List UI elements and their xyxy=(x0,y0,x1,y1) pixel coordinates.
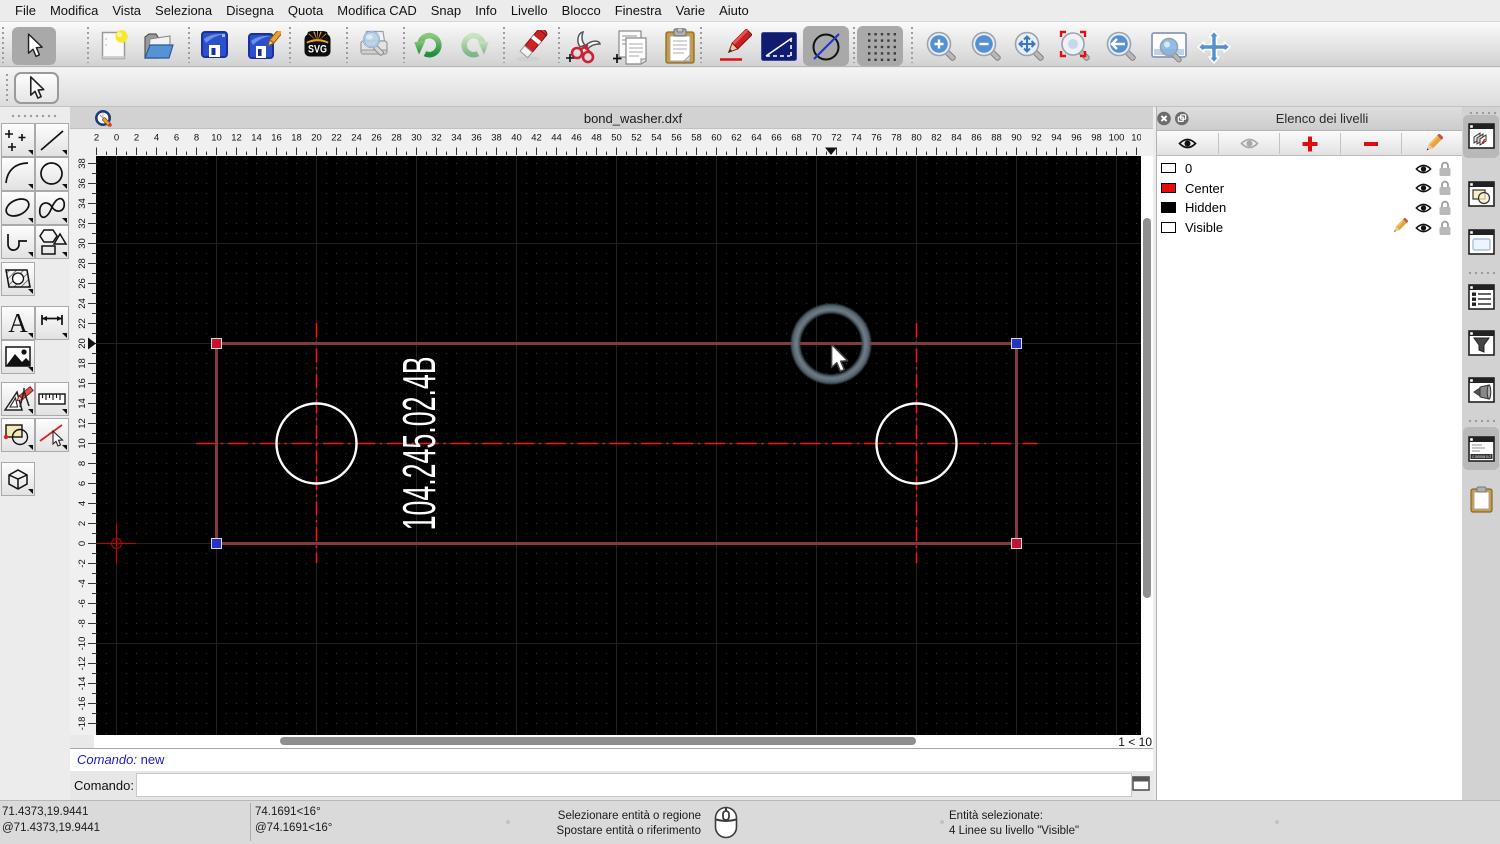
svg-text:6: 6 xyxy=(174,133,179,144)
svg-text:2: 2 xyxy=(77,521,88,526)
svg-text:84: 84 xyxy=(951,133,962,144)
svg-text:94: 94 xyxy=(1051,133,1062,144)
svg-text:58: 58 xyxy=(691,133,702,144)
svg-text:88: 88 xyxy=(991,133,1002,144)
svg-text:4: 4 xyxy=(77,501,88,506)
svg-text:76: 76 xyxy=(871,133,882,144)
svg-text:98: 98 xyxy=(1091,133,1102,144)
svg-text:20: 20 xyxy=(77,338,88,349)
svg-text:42: 42 xyxy=(531,133,542,144)
svg-text:-2: -2 xyxy=(77,559,88,567)
svg-text:A: A xyxy=(8,308,28,338)
svg-text:100: 100 xyxy=(1109,133,1125,144)
svg-text:40: 40 xyxy=(511,133,522,144)
svg-text:10: 10 xyxy=(211,133,222,144)
svg-text:70: 70 xyxy=(811,133,822,144)
svg-text:22: 22 xyxy=(331,133,342,144)
svg-text:44: 44 xyxy=(551,133,562,144)
svg-text:12: 12 xyxy=(77,418,88,429)
svg-text:90: 90 xyxy=(1011,133,1022,144)
svg-text:26: 26 xyxy=(371,133,382,144)
svg-text:22: 22 xyxy=(77,318,88,329)
svg-text:10: 10 xyxy=(1131,133,1141,144)
svg-text:command: command xyxy=(1472,454,1491,460)
svg-text:14: 14 xyxy=(251,133,262,144)
svg-text:-8: -8 xyxy=(77,619,88,627)
svg-text:96: 96 xyxy=(1071,133,1082,144)
svg-text:30: 30 xyxy=(411,133,422,144)
svg-text:-10: -10 xyxy=(77,637,88,651)
svg-text:36: 36 xyxy=(77,178,88,189)
svg-text:8: 8 xyxy=(194,133,199,144)
svg-text:16: 16 xyxy=(271,133,282,144)
svg-text:38: 38 xyxy=(491,133,502,144)
svg-text:2: 2 xyxy=(94,133,99,144)
svg-text:-6: -6 xyxy=(77,599,88,607)
svg-text:SVG: SVG xyxy=(308,44,327,56)
svg-text:20: 20 xyxy=(311,133,322,144)
svg-text:92: 92 xyxy=(1031,133,1042,144)
svg-text:46: 46 xyxy=(571,133,582,144)
svg-text:24: 24 xyxy=(351,133,362,144)
svg-text:64: 64 xyxy=(751,133,762,144)
svg-text:28: 28 xyxy=(391,133,402,144)
svg-text:0: 0 xyxy=(77,541,88,546)
svg-text:48: 48 xyxy=(591,133,602,144)
svg-text:-18: -18 xyxy=(77,717,88,731)
svg-text:16: 16 xyxy=(77,378,88,389)
svg-text:54: 54 xyxy=(651,133,662,144)
svg-text:56: 56 xyxy=(671,133,682,144)
svg-text:74: 74 xyxy=(851,133,862,144)
svg-text:104.245.02.4B: 104.245.02.4B xyxy=(393,356,445,530)
svg-text:32: 32 xyxy=(77,218,88,229)
svg-text:86: 86 xyxy=(971,133,982,144)
svg-text:80: 80 xyxy=(911,133,922,144)
svg-text:52: 52 xyxy=(631,133,642,144)
svg-text:62: 62 xyxy=(731,133,742,144)
svg-text:-14: -14 xyxy=(77,677,88,691)
svg-text:-12: -12 xyxy=(77,657,88,671)
svg-text:66: 66 xyxy=(771,133,782,144)
svg-text:36: 36 xyxy=(471,133,482,144)
svg-text:34: 34 xyxy=(77,198,88,209)
svg-text:-16: -16 xyxy=(77,697,88,711)
svg-text:26: 26 xyxy=(77,278,88,289)
svg-text:-4: -4 xyxy=(77,579,88,587)
svg-text:2: 2 xyxy=(134,133,139,144)
svg-text:4: 4 xyxy=(154,133,159,144)
svg-text:24: 24 xyxy=(77,298,88,309)
svg-text:34: 34 xyxy=(451,133,462,144)
svg-text:38: 38 xyxy=(77,158,88,169)
svg-text:60: 60 xyxy=(711,133,722,144)
svg-text:32: 32 xyxy=(431,133,442,144)
svg-text:28: 28 xyxy=(77,258,88,269)
svg-text:6: 6 xyxy=(77,481,88,486)
svg-text:8: 8 xyxy=(77,461,88,466)
svg-text:50: 50 xyxy=(611,133,622,144)
svg-text:12: 12 xyxy=(231,133,242,144)
svg-text:18: 18 xyxy=(77,358,88,369)
svg-text:0: 0 xyxy=(114,133,119,144)
svg-text:68: 68 xyxy=(791,133,802,144)
svg-text:30: 30 xyxy=(77,238,88,249)
svg-text:78: 78 xyxy=(891,133,902,144)
svg-text:18: 18 xyxy=(291,133,302,144)
svg-text:14: 14 xyxy=(77,398,88,409)
svg-text:10: 10 xyxy=(77,438,88,449)
svg-text:72: 72 xyxy=(831,133,842,144)
svg-text:82: 82 xyxy=(931,133,942,144)
